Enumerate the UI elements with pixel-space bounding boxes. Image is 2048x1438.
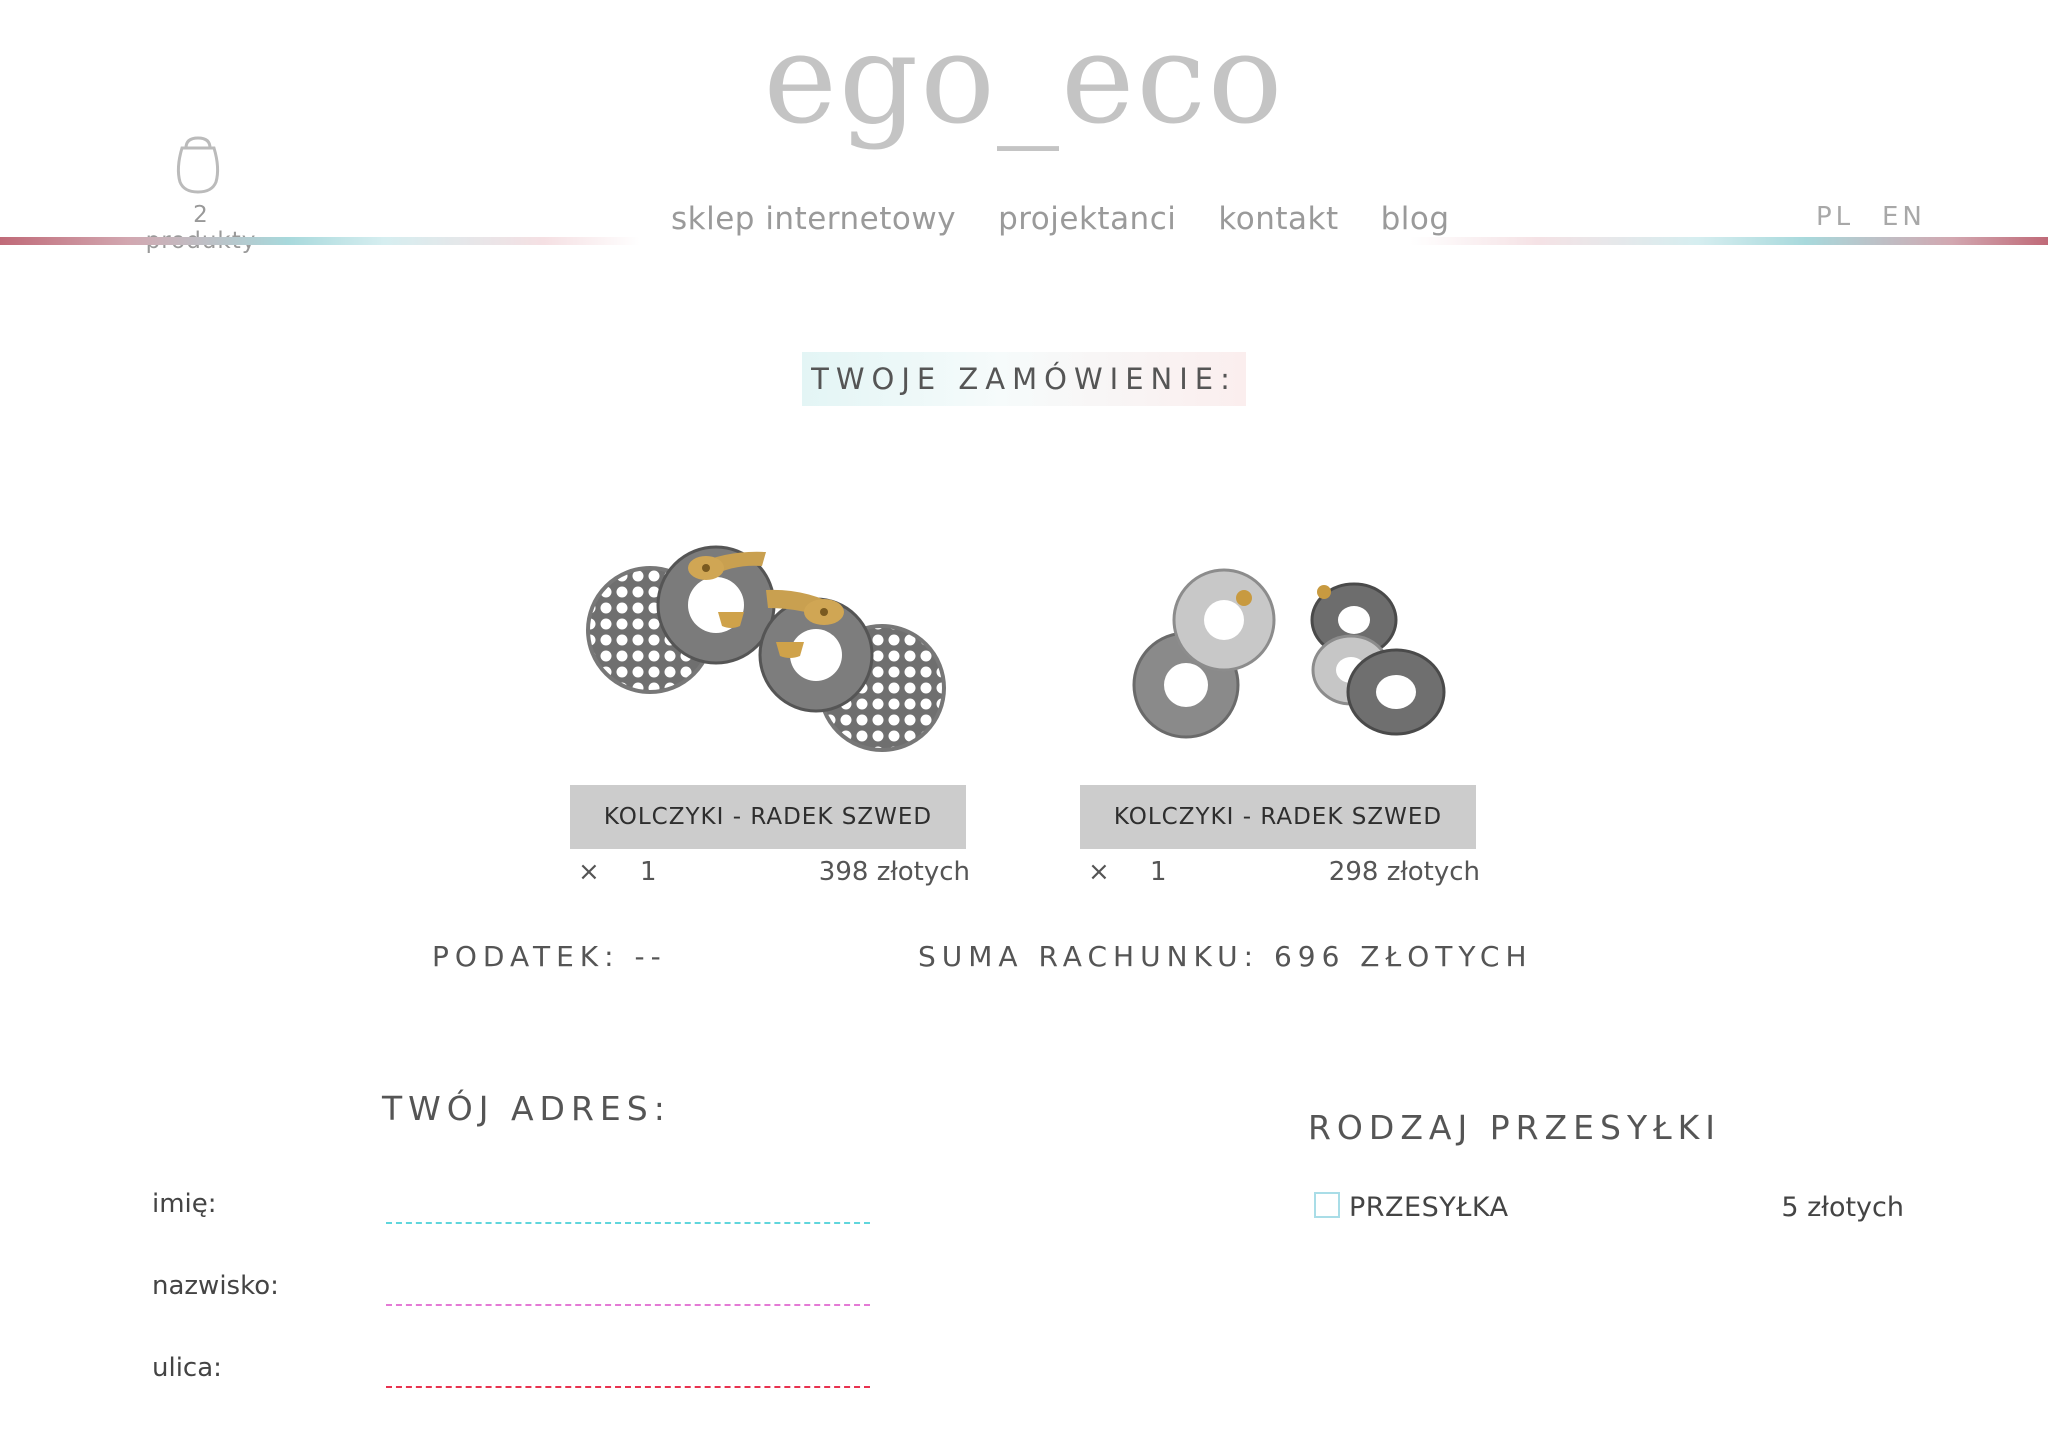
shipping-title: RODZAJ PRZESYŁKI (1308, 1108, 1722, 1147)
product-image-earrings-1[interactable] (566, 440, 966, 780)
quantity-value[interactable]: 1 (1150, 850, 1167, 894)
order-title: TWOJE ZAMÓWIENIE: (811, 362, 1237, 396)
order-total: SUMA RACHUNKU: 696 ZŁOTYCH (918, 940, 1533, 973)
remove-item-button[interactable]: × (578, 850, 600, 894)
product-image-earrings-2[interactable] (1076, 440, 1476, 780)
street-label: ulica: (152, 1353, 222, 1383)
lang-pl[interactable]: PL (1816, 200, 1854, 234)
address-title: TWÓJ ADRES: (382, 1089, 671, 1128)
remove-item-button[interactable]: × (1088, 850, 1110, 894)
first-name-input[interactable] (386, 1188, 870, 1224)
last-name-input[interactable] (386, 1270, 870, 1306)
nav-designers[interactable]: projektanci (977, 198, 1197, 240)
site-logo[interactable]: ego_eco (0, 10, 2048, 150)
lang-en[interactable]: EN (1882, 200, 1926, 234)
nav-blog[interactable]: blog (1360, 198, 1471, 240)
shopping-bag-icon[interactable] (172, 134, 224, 194)
street-input[interactable] (386, 1352, 870, 1388)
product-name-2[interactable]: KOLCZYKI - RADEK SZWED (1080, 785, 1476, 849)
first-name-label: imię: (152, 1189, 217, 1219)
header-divider-right (1410, 237, 2048, 245)
last-name-label: nazwisko: (152, 1271, 279, 1301)
main-nav: sklep internetowy projektanci kontakt bl… (650, 198, 1471, 240)
shipping-option-price: 5 złotych (1781, 1192, 1904, 1223)
tax-summary: PODATEK: -- (432, 940, 667, 973)
quantity-value[interactable]: 1 (640, 850, 657, 894)
product-row-2: × 1 298 złotych (1080, 850, 1480, 894)
cart-count[interactable]: 2 produkty (138, 202, 264, 254)
shipping-checkbox[interactable] (1314, 1192, 1340, 1218)
shipping-option-label[interactable]: PRZESYŁKA (1349, 1190, 1509, 1226)
product-name-1[interactable]: KOLCZYKI - RADEK SZWED (570, 785, 966, 849)
product-price: 298 złotych (1328, 857, 1480, 887)
product-price: 398 złotych (818, 857, 970, 887)
product-row-1: × 1 398 złotych (570, 850, 970, 894)
nav-contact[interactable]: kontakt (1197, 198, 1359, 240)
nav-shop[interactable]: sklep internetowy (650, 198, 977, 240)
header-divider-left (0, 237, 640, 245)
